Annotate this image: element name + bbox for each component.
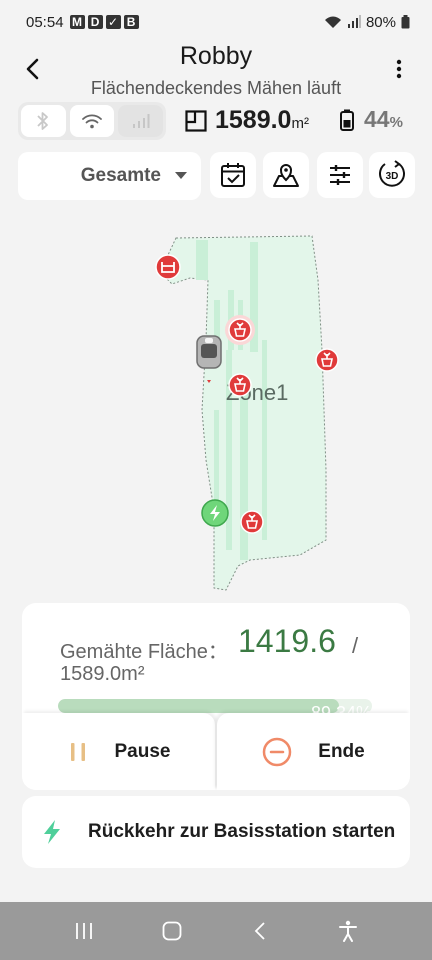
notification-icons: M D ✓ B: [69, 15, 139, 29]
more-options-button[interactable]: [384, 54, 414, 84]
recent-apps-button[interactable]: [64, 911, 104, 951]
battery-percent: 80%: [365, 13, 396, 31]
mail-notification-icon: M: [69, 15, 85, 29]
status-bar: 05:54 M D ✓ B 80%: [0, 0, 432, 44]
plant-marker[interactable]: [240, 510, 264, 534]
caret-down-icon: [175, 172, 187, 179]
mowing-progress-card: Gemähte Fläche： 1419.6 / 1589.0m² 89.34%…: [22, 603, 410, 790]
return-to-base-label: Rückkehr zur Basisstation starten: [88, 821, 396, 842]
area-unit: m²: [291, 115, 309, 132]
mower-battery-info: 44%: [340, 106, 403, 133]
more-vertical-icon: [396, 59, 402, 79]
battery-level: 44%: [364, 106, 403, 132]
plant-marker[interactable]: [315, 348, 339, 372]
total-area-value: 1589.0m²: [60, 663, 145, 685]
area-icon: [185, 109, 207, 132]
mower-status-text: Flächendeckendes Mähen läuft: [90, 78, 342, 98]
map-area-info: 1589.0m²: [185, 106, 309, 135]
sliders-icon: [330, 165, 350, 185]
battery-icon: [401, 15, 410, 29]
page-title: Robby: [179, 42, 253, 70]
schedule-button[interactable]: [210, 152, 256, 198]
zone-select-value: Gesamte: [80, 165, 161, 186]
mowing-progress-fill: [58, 699, 339, 713]
recent-apps-icon: [76, 923, 92, 939]
bluetooth-icon: [37, 112, 49, 130]
signal-icon: [347, 15, 361, 28]
accessibility-button[interactable]: [328, 911, 368, 951]
system-back-button[interactable]: [240, 911, 280, 951]
end-button[interactable]: Ende: [217, 713, 410, 790]
area-value: 1589.0m²: [215, 106, 309, 134]
cellular-signal-icon: [132, 114, 150, 128]
clock: 05:54: [26, 13, 64, 31]
mowed-area-value: 1419.6: [238, 623, 336, 659]
mowed-area-label: Gemähte Fläche：: [60, 641, 228, 663]
home-icon: [162, 921, 182, 941]
zone-select-dropdown[interactable]: Gesamte: [18, 152, 201, 200]
battery-icon: [340, 109, 354, 131]
wifi-icon: [324, 16, 341, 28]
lawn-map-canvas[interactable]: Zone1: [0, 210, 432, 600]
d-app-notification-icon: D: [87, 15, 103, 29]
connection-status-group: [18, 102, 166, 140]
plant-marker[interactable]: [228, 373, 252, 397]
mowing-actions: Pause Ende: [22, 713, 410, 790]
mowed-area-separator: /: [352, 633, 359, 658]
home-button[interactable]: [152, 911, 192, 951]
check-notification-icon: ✓: [105, 15, 121, 29]
rotate-3d-label: 3D: [386, 171, 399, 182]
plant-marker[interactable]: [225, 315, 255, 345]
header: Robby Flächendeckendes Mähen läuft: [0, 40, 432, 102]
chevron-left-icon: [254, 922, 265, 940]
return-to-base-button[interactable]: Rückkehr zur Basisstation starten: [22, 796, 410, 868]
system-navigation-bar: [0, 902, 432, 960]
view-3d-button[interactable]: 3D: [369, 152, 415, 198]
settings-sliders-button[interactable]: [317, 152, 363, 198]
lightning-icon: [44, 820, 60, 844]
accessibility-icon: [339, 920, 357, 942]
bluetooth-status[interactable]: [21, 105, 66, 137]
lawn-map[interactable]: Zone1: [0, 210, 432, 600]
wifi-status[interactable]: [69, 105, 115, 137]
end-label: Ende: [318, 740, 365, 762]
pause-label: Pause: [114, 740, 171, 762]
charging-station-marker[interactable]: [201, 499, 229, 527]
stop-circle-icon: [263, 737, 292, 766]
pause-button[interactable]: Pause: [22, 713, 215, 790]
cellular-status[interactable]: [118, 105, 164, 137]
pause-icon: [70, 742, 85, 761]
system-status: 80%: [324, 14, 410, 31]
map-pin-icon: [273, 164, 299, 187]
rotate-3d-icon: 3D: [379, 160, 405, 187]
calendar-check-icon: [221, 163, 245, 187]
map-edit-button[interactable]: [263, 152, 309, 198]
wifi-icon: [82, 114, 102, 129]
b-app-notification-icon: B: [123, 15, 139, 29]
obstacle-marker[interactable]: [155, 254, 181, 280]
